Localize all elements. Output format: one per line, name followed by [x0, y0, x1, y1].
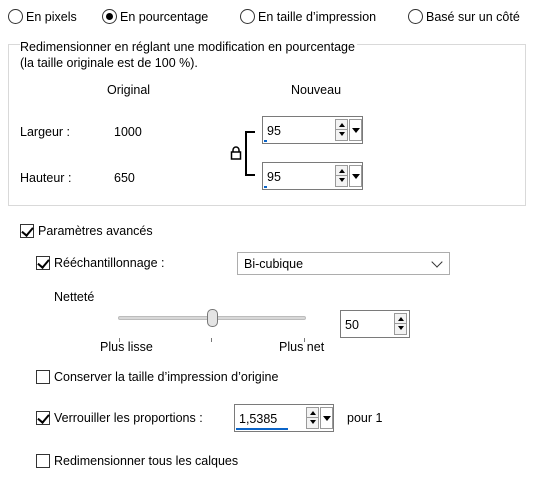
sharpness-value: 50: [345, 318, 359, 332]
slider-tick: [211, 338, 212, 342]
lock-ratio-checkbox[interactable]: Verrouiller les proportions :: [36, 411, 203, 425]
down-arrow-icon: [310, 420, 316, 424]
input-underline: [236, 428, 288, 430]
spin-down-button[interactable]: [335, 176, 348, 187]
sharpness-spin-buttons[interactable]: [394, 313, 407, 335]
checkbox-box: [36, 454, 50, 468]
sharpness-label: Netteté: [54, 290, 95, 304]
input-underline: [264, 140, 267, 142]
checkbox-box: [36, 370, 50, 384]
checkbox-box: [36, 411, 50, 425]
radio-en-pixels[interactable]: En pixels: [8, 9, 77, 24]
height-new-value: 95: [267, 170, 281, 184]
checkbox-box: [20, 224, 34, 238]
up-arrow-icon: [398, 317, 404, 321]
width-original-value: 1000: [114, 125, 142, 139]
spin-down-button[interactable]: [335, 130, 348, 141]
height-unit-dropdown[interactable]: [349, 165, 362, 187]
link-bracket: [245, 131, 255, 176]
radio-circle: [8, 9, 23, 24]
width-new-spinner[interactable]: 95: [262, 116, 363, 144]
sharpness-slider-thumb[interactable]: [206, 309, 218, 327]
spin-down-button[interactable]: [306, 418, 319, 429]
group-description-line2: (la taille originale est de 100 %).: [20, 56, 198, 70]
width-label: Largeur :: [20, 125, 71, 139]
chevron-down-icon: [431, 256, 443, 268]
radio-circle: [102, 9, 117, 24]
ratio-suffix: pour 1: [347, 411, 383, 425]
checkbox-label: Redimensionner tous les calques: [54, 454, 239, 468]
radio-circle: [240, 9, 255, 24]
height-spin-buttons[interactable]: [335, 165, 348, 187]
radio-label: En taille d’impression: [258, 9, 377, 24]
checkbox-label: Paramètres avancés: [38, 224, 153, 238]
column-new-header: Nouveau: [291, 83, 342, 97]
spin-up-button[interactable]: [306, 407, 319, 418]
lock-icon[interactable]: [230, 146, 242, 160]
resample-checkbox[interactable]: Rééchantillonnage :: [36, 256, 165, 270]
radio-label: En pixels: [26, 9, 77, 24]
column-original-header: Original: [107, 83, 151, 97]
radio-label: Basé sur un côté: [426, 9, 520, 24]
checkbox-label: Rééchantillonnage :: [54, 256, 165, 270]
ratio-dropdown[interactable]: [320, 407, 333, 429]
height-label: Hauteur :: [20, 171, 72, 185]
checkbox-label: Conserver la taille d’impression d’origi…: [54, 370, 279, 384]
up-arrow-icon: [339, 123, 345, 127]
resample-method-select[interactable]: Bi-cubique: [237, 252, 450, 275]
width-unit-dropdown[interactable]: [349, 119, 362, 141]
spin-up-button[interactable]: [335, 165, 348, 176]
checkbox-label: Verrouiller les proportions :: [54, 411, 203, 425]
group-description-line1: Redimensionner en réglant une modificati…: [20, 40, 357, 54]
radio-circle: [408, 9, 423, 24]
sharpness-min-label: Plus lisse: [100, 340, 153, 354]
keep-print-size-checkbox[interactable]: Conserver la taille d’impression d’origi…: [36, 370, 278, 384]
height-original-value: 650: [114, 171, 135, 185]
down-arrow-icon: [339, 178, 345, 182]
checkbox-box: [36, 256, 50, 270]
up-arrow-icon: [310, 411, 316, 415]
ratio-spin-buttons[interactable]: [306, 407, 319, 429]
advanced-params-checkbox[interactable]: Paramètres avancés: [20, 224, 153, 238]
radio-en-taille-impression[interactable]: En taille d’impression: [240, 9, 376, 24]
radio-base-sur-un-cote[interactable]: Basé sur un côté: [408, 9, 520, 24]
spin-up-button[interactable]: [394, 313, 407, 324]
radio-label: En pourcentage: [120, 9, 209, 24]
radio-en-pourcentage[interactable]: En pourcentage: [102, 9, 208, 24]
width-new-value: 95: [267, 124, 281, 138]
ratio-value: 1,5385: [239, 412, 278, 426]
spin-down-button[interactable]: [394, 324, 407, 335]
input-underline: [264, 186, 267, 188]
down-arrow-icon: [398, 326, 404, 330]
spin-up-button[interactable]: [335, 119, 348, 130]
ratio-spinner[interactable]: 1,5385: [234, 404, 334, 432]
width-spin-buttons[interactable]: [335, 119, 348, 141]
resize-all-layers-checkbox[interactable]: Redimensionner tous les calques: [36, 454, 238, 468]
sharpness-max-label: Plus net: [279, 340, 325, 354]
sharpness-spinner[interactable]: 50: [340, 310, 410, 338]
select-value: Bi-cubique: [244, 257, 304, 271]
up-arrow-icon: [339, 169, 345, 173]
down-arrow-icon: [339, 132, 345, 136]
height-new-spinner[interactable]: 95: [262, 162, 363, 190]
